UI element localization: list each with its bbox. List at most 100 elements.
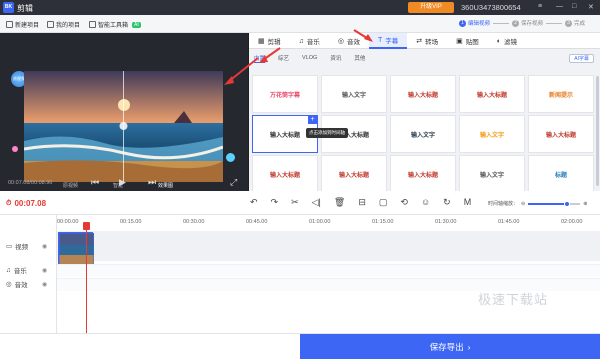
playhead[interactable] — [83, 222, 90, 333]
zoom-slider[interactable] — [528, 200, 581, 207]
subtitle-template-card[interactable]: 输入大标题 — [390, 75, 456, 113]
template-text: 标题 — [554, 172, 567, 179]
tab-2[interactable]: ◎ 音效 — [329, 33, 369, 49]
subtitle-template-card[interactable]: 输入大标题 — [390, 155, 456, 193]
ai-badge: AI — [132, 21, 141, 28]
add-to-timeline-tooltip: 点击添加到时间轴 — [306, 128, 348, 138]
template-text: 输入大标题 — [407, 172, 438, 179]
template-text: 输入大标题 — [269, 172, 300, 179]
subtitle-template-card[interactable]: 标题 — [528, 155, 594, 193]
fullscreen-icon[interactable]: ⤢ — [230, 177, 237, 188]
tab-1[interactable]: ♫ 音乐 — [290, 33, 329, 49]
smart-toolbox-button[interactable]: 智能工具箱 AI — [89, 20, 141, 29]
tab-icon: ▦ — [258, 38, 265, 45]
maximize-icon[interactable]: □ — [572, 3, 576, 10]
ruler-tick: 00:30.00 — [183, 219, 205, 225]
playhead-handle[interactable] — [83, 222, 90, 230]
tab-label: 剪辑 — [267, 39, 281, 46]
save-export-button[interactable]: 保存导出 › — [300, 334, 600, 359]
subtitle-template-card[interactable]: 输入大标题 — [528, 115, 594, 153]
template-text: 输入大标题 — [407, 92, 438, 99]
step-done: 3 完成 — [565, 19, 585, 27]
current-time-value: 00:07.08 — [14, 199, 47, 208]
track-headers: ▭ 视频 ◉ ♫ 音乐 ◉ ◎ 音效 ◉ — [0, 215, 57, 333]
subtab-0[interactable]: 内置 — [254, 54, 266, 63]
visibility-icon[interactable]: ◉ — [42, 267, 47, 274]
tool-icon-5[interactable]: ⊟ — [358, 197, 366, 208]
new-project-label: 新建项目 — [15, 23, 40, 29]
tab-5[interactable]: ▣ 贴图 — [447, 33, 488, 49]
subtitle-template-card[interactable]: 输入文字 — [459, 155, 525, 193]
user-id[interactable]: 360U3473800654 — [461, 3, 521, 12]
tool-icon-7[interactable]: ⟲ — [400, 197, 408, 208]
zoom-knob[interactable] — [564, 200, 571, 207]
timeline-tracks — [57, 227, 600, 333]
template-text: 输入大标题 — [269, 132, 300, 139]
tab-3[interactable]: T 字幕 — [368, 33, 408, 49]
track-label: 音乐 — [13, 268, 27, 275]
tab-4[interactable]: ⇄ 转场 — [407, 33, 447, 49]
tab-icon: ◐ — [496, 37, 501, 45]
template-text: 输入文字 — [479, 172, 504, 179]
tool-icon-4[interactable]: 🗑 — [334, 197, 345, 208]
tool-icon-8[interactable]: ☺ — [421, 197, 430, 208]
tool-icon-0[interactable]: ↶ — [250, 197, 258, 208]
tab-0[interactable]: ▦ 剪辑 — [249, 33, 290, 49]
progress-steps: 1 编辑视频 2 保存视频 3 完成 — [459, 19, 585, 27]
menu-icon[interactable]: ≡ — [538, 3, 542, 10]
minimize-icon[interactable]: — — [556, 3, 563, 10]
tool-icon-1[interactable]: ↷ — [271, 197, 279, 208]
tool-icon-2[interactable]: ✂ — [291, 197, 299, 208]
my-projects-button[interactable]: 我的项目 — [47, 20, 80, 29]
visibility-icon[interactable]: ◉ — [42, 281, 47, 288]
add-icon[interactable]: + — [308, 116, 317, 124]
subtitle-template-card[interactable]: 万花筒字幕 — [252, 75, 318, 113]
music-track[interactable] — [57, 264, 600, 277]
zoom-out-icon[interactable]: ⊖ — [521, 201, 525, 207]
subtitle-template-card[interactable]: 输入大标题 — [459, 75, 525, 113]
ai-subtitle-button[interactable]: AI字幕 — [569, 54, 594, 63]
tool-icon-3[interactable]: ◁| — [312, 197, 321, 208]
tab-icon: ◎ — [337, 38, 344, 45]
time-ruler[interactable]: 00:00.00 00:15.00 00:30.00 00:45.00 01:00.00… — [57, 215, 600, 227]
panel-scrollbar[interactable] — [596, 76, 599, 186]
subtitle-template-card[interactable]: 输入文字 — [321, 75, 387, 113]
tab-6[interactable]: ◐ 滤镜 — [488, 33, 526, 49]
prev-frame-icon[interactable]: ⏮ — [91, 177, 99, 188]
next-frame-icon[interactable]: ⏭ — [148, 177, 156, 188]
title-bar: BK 剪辑 升级VIP 360U3473800654 ≡ — □ ✕ — [0, 0, 600, 15]
ruler-tick: 01:30.00 — [435, 219, 457, 225]
ruler-tick: 00:15.00 — [120, 219, 142, 225]
subtab-4[interactable]: 其他 — [354, 54, 365, 62]
tool-icon-6[interactable]: ▢ — [379, 197, 388, 208]
preview-frame[interactable] — [24, 71, 223, 182]
video-clip[interactable] — [58, 232, 95, 267]
subtab-3[interactable]: 资讯 — [330, 54, 341, 62]
playback-time: 00:07.08/00:08.96 — [8, 180, 53, 186]
ruler-tick: 00:45.00 — [246, 219, 268, 225]
upgrade-vip-button[interactable]: 升级VIP — [408, 2, 454, 13]
track-icon: ◎ — [6, 281, 12, 288]
zoom-in-icon[interactable]: ⊕ — [583, 201, 587, 207]
subtitle-template-card[interactable]: 新闻提示 — [528, 75, 594, 113]
subtitle-template-card[interactable]: 输入文字 — [390, 115, 456, 153]
play-icon[interactable]: ▶ — [119, 177, 126, 188]
tab-label: 贴图 — [465, 39, 479, 46]
ruler-tick: 02:00.00 — [561, 219, 583, 225]
track-icon: ♫ — [6, 266, 11, 274]
visibility-icon[interactable]: ◉ — [42, 243, 47, 250]
new-project-button[interactable]: 新建项目 — [6, 20, 39, 29]
track-label: 视频 — [15, 244, 29, 251]
subtab-1[interactable]: 综艺 — [278, 54, 289, 62]
close-icon[interactable]: ✕ — [588, 3, 594, 11]
tool-icon-9[interactable]: ↻ — [443, 197, 451, 208]
video-track[interactable] — [57, 231, 600, 267]
zoom-label: 时间轴缩放： — [488, 201, 519, 207]
subtab-2[interactable]: VLOG — [302, 55, 317, 61]
ruler-tick: 01:45.00 — [498, 219, 520, 225]
subtitle-template-card[interactable]: 输入文字 — [459, 115, 525, 153]
tool-icon-10[interactable]: M — [464, 197, 472, 208]
track-header-0: ▭ 视频 ◉ — [6, 241, 47, 251]
subtitle-template-card[interactable]: 输入大标题 — [252, 155, 318, 193]
subtitle-template-card[interactable]: 输入大标题 — [321, 155, 387, 193]
